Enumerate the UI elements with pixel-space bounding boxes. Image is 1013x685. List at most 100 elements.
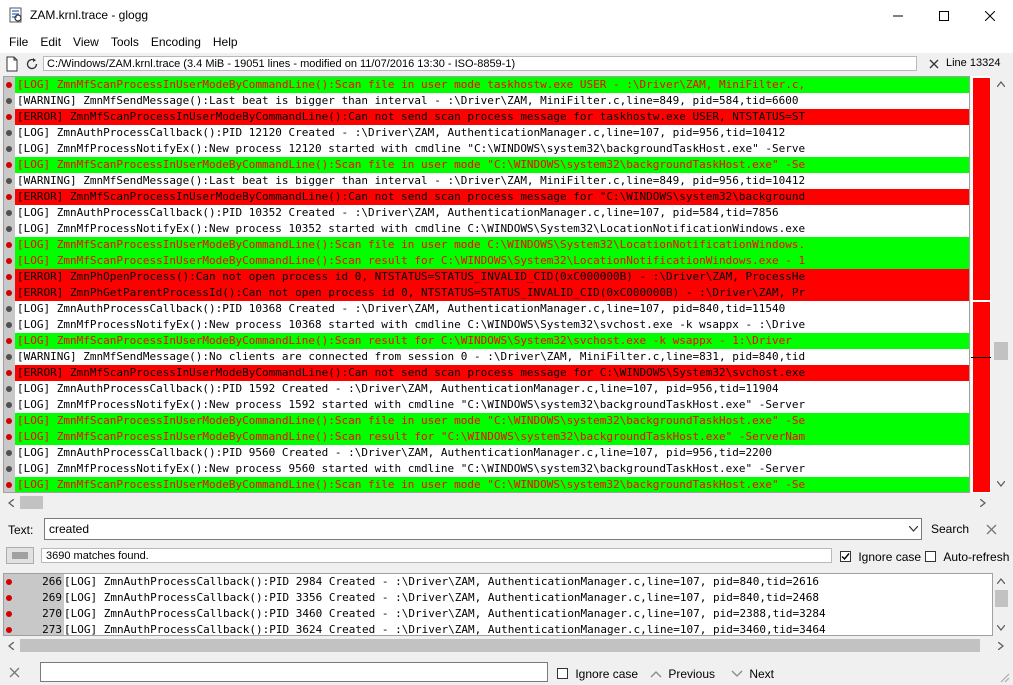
- search-input[interactable]: created: [44, 518, 922, 540]
- log-view[interactable]: [LOG] ZmnMfScanProcessInUserModeByComman…: [3, 76, 970, 493]
- menu-help[interactable]: Help: [207, 31, 244, 50]
- log-line[interactable]: [ERROR] ZmnMfScanProcessInUserModeByComm…: [4, 365, 969, 381]
- close-window-button[interactable]: [967, 0, 1013, 31]
- filtered-line[interactable]: 269 [LOG] ZmnAuthProcessCallback():PID 33…: [4, 590, 992, 606]
- filtered-line-gutter[interactable]: 273: [4, 622, 64, 635]
- scroll-down-icon[interactable]: [997, 481, 1005, 487]
- line-gutter[interactable]: [4, 413, 15, 429]
- log-line[interactable]: [LOG] ZmnMfProcessNotifyEx():New process…: [4, 461, 969, 477]
- line-gutter[interactable]: [4, 205, 15, 221]
- line-gutter[interactable]: [4, 221, 15, 237]
- find-ignore-case-checkbox[interactable]: Ignore case: [557, 666, 638, 681]
- log-line[interactable]: [WARNING] ZmnMfSendMessage():Last beat i…: [4, 173, 969, 189]
- log-horizontal-scrollbar[interactable]: [3, 494, 992, 511]
- menu-tools[interactable]: Tools: [105, 31, 145, 50]
- filtered-line-gutter[interactable]: 270: [4, 606, 64, 622]
- menu-file[interactable]: File: [0, 31, 34, 50]
- line-gutter[interactable]: [4, 173, 15, 189]
- visibility-toggle-button[interactable]: [6, 547, 34, 564]
- file-icon[interactable]: [5, 56, 19, 72]
- log-line[interactable]: [LOG] ZmnAuthProcessCallback():PID 9560 …: [4, 445, 969, 461]
- scroll-right-icon[interactable]: [998, 642, 1004, 650]
- log-hscroll-thumb[interactable]: [20, 496, 43, 509]
- filtered-vertical-scrollbar[interactable]: [993, 573, 1010, 636]
- line-gutter[interactable]: [4, 93, 15, 109]
- find-ignore-case-check[interactable]: [557, 668, 568, 680]
- log-line[interactable]: [LOG] ZmnMfScanProcessInUserModeByComman…: [4, 157, 969, 173]
- log-line[interactable]: [WARNING] ZmnMfSendMessage():Last beat i…: [4, 93, 969, 109]
- log-line[interactable]: [LOG] ZmnMfScanProcessInUserModeByComman…: [4, 253, 969, 269]
- log-line[interactable]: [LOG] ZmnMfScanProcessInUserModeByComman…: [4, 237, 969, 253]
- overview-bar[interactable]: [971, 76, 991, 493]
- log-line[interactable]: [LOG] ZmnMfScanProcessInUserModeByComman…: [4, 413, 969, 429]
- scroll-up-icon[interactable]: [997, 578, 1005, 584]
- search-button[interactable]: Search: [929, 521, 971, 539]
- log-line[interactable]: [ERROR] ZmnPhOpenProcess():Can not open …: [4, 269, 969, 285]
- menu-encoding[interactable]: Encoding: [145, 31, 207, 50]
- scroll-left-icon[interactable]: [8, 499, 14, 507]
- filtered-scroll-thumb[interactable]: [995, 590, 1008, 607]
- log-line[interactable]: [WARNING] ZmnMfSendMessage():No clients …: [4, 349, 969, 365]
- log-line[interactable]: [LOG] ZmnMfScanProcessInUserModeByComman…: [4, 477, 969, 492]
- line-gutter[interactable]: [4, 317, 15, 333]
- find-next-button[interactable]: Next: [731, 666, 774, 681]
- menu-view[interactable]: View: [67, 31, 105, 50]
- chevron-down-icon[interactable]: [909, 526, 918, 532]
- line-gutter[interactable]: [4, 333, 15, 349]
- line-gutter[interactable]: [4, 237, 15, 253]
- scroll-up-icon[interactable]: [997, 81, 1005, 87]
- line-gutter[interactable]: [4, 269, 15, 285]
- close-search-icon[interactable]: [986, 524, 997, 535]
- line-gutter[interactable]: [4, 125, 15, 141]
- minimize-button[interactable]: [875, 0, 921, 31]
- auto-refresh-check[interactable]: [925, 551, 936, 563]
- log-line[interactable]: [LOG] ZmnAuthProcessCallback():PID 1592 …: [4, 381, 969, 397]
- line-gutter[interactable]: [4, 477, 15, 492]
- line-gutter[interactable]: [4, 365, 15, 381]
- filtered-results-view[interactable]: 266 [LOG] ZmnAuthProcessCallback():PID 29…: [3, 573, 993, 636]
- log-line[interactable]: [LOG] ZmnMfScanProcessInUserModeByComman…: [4, 77, 969, 93]
- close-find-icon[interactable]: [9, 667, 20, 678]
- reload-icon[interactable]: [25, 57, 39, 71]
- maximize-button[interactable]: [921, 0, 967, 31]
- resize-grip-icon[interactable]: [998, 671, 1010, 683]
- line-gutter[interactable]: [4, 461, 15, 477]
- log-vertical-scrollbar[interactable]: [992, 76, 1010, 493]
- filtered-line[interactable]: 273 [LOG] ZmnAuthProcessCallback():PID 36…: [4, 622, 992, 635]
- line-gutter[interactable]: [4, 429, 15, 445]
- log-line[interactable]: [ERROR] ZmnPhGetParentProcessId():Can no…: [4, 285, 969, 301]
- quick-find-input[interactable]: [40, 662, 548, 682]
- log-line[interactable]: [LOG] ZmnAuthProcessCallback():PID 10368…: [4, 301, 969, 317]
- line-gutter[interactable]: [4, 253, 15, 269]
- log-line[interactable]: [LOG] ZmnMfProcessNotifyEx():New process…: [4, 141, 969, 157]
- scroll-down-icon[interactable]: [997, 625, 1005, 631]
- scroll-left-icon[interactable]: [8, 642, 14, 650]
- log-line[interactable]: [LOG] ZmnMfProcessNotifyEx():New process…: [4, 221, 969, 237]
- line-gutter[interactable]: [4, 189, 15, 205]
- log-line[interactable]: [LOG] ZmnMfScanProcessInUserModeByComman…: [4, 429, 969, 445]
- line-gutter[interactable]: [4, 445, 15, 461]
- filtered-line[interactable]: 266 [LOG] ZmnAuthProcessCallback():PID 29…: [4, 574, 992, 590]
- line-gutter[interactable]: [4, 109, 15, 125]
- filtered-line-gutter[interactable]: 269: [4, 590, 64, 606]
- log-line[interactable]: [LOG] ZmnAuthProcessCallback():PID 10352…: [4, 205, 969, 221]
- auto-refresh-checkbox[interactable]: Auto-refresh: [925, 549, 1009, 564]
- filtered-line[interactable]: 270 [LOG] ZmnAuthProcessCallback():PID 34…: [4, 606, 992, 622]
- log-line[interactable]: [ERROR] ZmnMfScanProcessInUserModeByComm…: [4, 109, 969, 125]
- log-line[interactable]: [LOG] ZmnMfProcessNotifyEx():New process…: [4, 317, 969, 333]
- line-gutter[interactable]: [4, 77, 15, 93]
- log-scroll-thumb[interactable]: [994, 342, 1008, 360]
- menu-edit[interactable]: Edit: [34, 31, 67, 50]
- scroll-right-icon[interactable]: [980, 499, 986, 507]
- filtered-hscroll-thumb[interactable]: [20, 639, 980, 652]
- log-line[interactable]: [LOG] ZmnAuthProcessCallback():PID 12120…: [4, 125, 969, 141]
- line-gutter[interactable]: [4, 157, 15, 173]
- log-line[interactable]: [ERROR] ZmnMfScanProcessInUserModeByComm…: [4, 189, 969, 205]
- line-gutter[interactable]: [4, 141, 15, 157]
- ignore-case-checkbox[interactable]: Ignore case: [840, 549, 921, 564]
- line-gutter[interactable]: [4, 285, 15, 301]
- line-gutter[interactable]: [4, 301, 15, 317]
- find-previous-button[interactable]: Previous: [650, 666, 715, 681]
- line-gutter[interactable]: [4, 397, 15, 413]
- ignore-case-check[interactable]: [840, 551, 851, 563]
